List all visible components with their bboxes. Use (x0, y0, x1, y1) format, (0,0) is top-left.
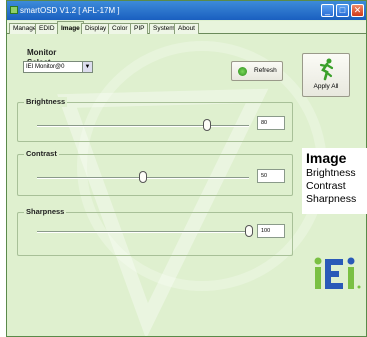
tab-pip[interactable]: PIP (130, 23, 149, 34)
tab-display[interactable]: Display (81, 23, 111, 34)
running-man-icon (319, 58, 334, 81)
overlay-title: Image (306, 150, 347, 166)
title-bar: smartOSD V1.2 [ AFL-17M ] _ □ ✕ (7, 1, 366, 20)
apply-all-button[interactable]: Apply All (302, 53, 350, 97)
brightness-group: Brightness (17, 97, 293, 142)
app-icon (10, 6, 18, 14)
brightness-value[interactable]: 80 (257, 116, 285, 130)
brightness-label: Brightness (24, 97, 68, 107)
monitor-select-dropdown[interactable]: IEI Monitor@0 ▼ (23, 61, 93, 73)
overlay-item-contrast: Contrast (306, 180, 346, 192)
close-button[interactable]: ✕ (351, 4, 364, 17)
refresh-icon (238, 67, 247, 76)
brightness-slider-track[interactable] (37, 125, 249, 127)
tab-bar: Manage EDID Image Display Color PIP Syst… (7, 21, 366, 34)
sharpness-value[interactable]: 100 (257, 224, 285, 238)
refresh-label: Refresh (254, 67, 277, 74)
tab-about[interactable]: About (174, 23, 199, 34)
iei-logo (314, 257, 361, 289)
monitor-select-value: IEI Monitor@0 (26, 64, 65, 70)
brightness-slider-thumb[interactable] (202, 119, 211, 131)
sharpness-slider-thumb[interactable] (245, 225, 253, 237)
chevron-down-icon[interactable]: ▼ (82, 62, 92, 72)
contrast-value[interactable]: 50 (257, 169, 285, 183)
contrast-group: Contrast (17, 149, 293, 196)
image-menu-overlay: Image Brightness Contrast Sharpness (302, 148, 367, 214)
tab-color[interactable]: Color (108, 23, 132, 34)
minimize-button[interactable]: _ (321, 4, 334, 17)
sharpness-slider-track[interactable] (37, 231, 249, 233)
overlay-item-brightness: Brightness (306, 167, 356, 179)
apply-all-label: Apply All (313, 83, 339, 90)
tab-image[interactable]: Image (57, 21, 84, 34)
tab-edid[interactable]: EDID (35, 23, 59, 34)
contrast-slider-thumb[interactable] (139, 171, 147, 183)
overlay-item-sharpness: Sharpness (306, 193, 357, 205)
sharpness-label: Sharpness (24, 207, 67, 217)
contrast-label: Contrast (24, 149, 59, 159)
maximize-button[interactable]: □ (336, 4, 349, 17)
refresh-button[interactable]: Refresh (231, 61, 283, 81)
window-title: smartOSD V1.2 [ AFL-17M ] (20, 6, 120, 15)
